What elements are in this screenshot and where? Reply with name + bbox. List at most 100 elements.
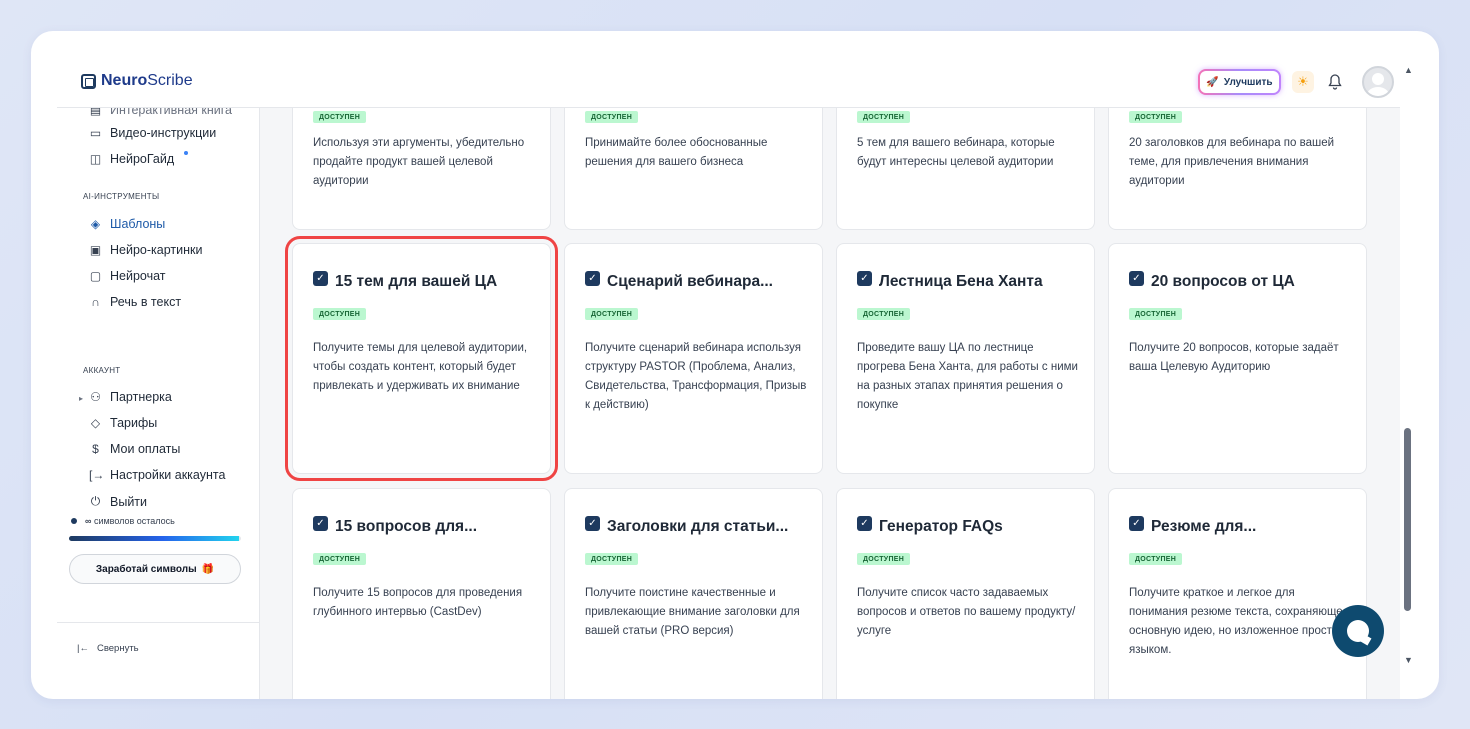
theme-toggle-sun-icon[interactable]: ☀ <box>1292 71 1314 93</box>
power-icon: ⏻ <box>90 494 101 508</box>
sidebar-item-templates[interactable]: ◈ Шаблоны <box>89 217 165 231</box>
card-description: Принимайте более обоснованные решения дл… <box>585 137 768 168</box>
sidebar-item-neuro-images[interactable]: ▣ Нейро-картинки <box>89 243 203 257</box>
checkbox-icon: ✓ <box>585 270 600 286</box>
card-title: ✓ Заголовки для статьи... <box>585 515 788 536</box>
status-badge: ДОСТУПЕН <box>857 553 911 565</box>
status-badge: ДОСТУПЕН <box>585 111 639 123</box>
sidebar-item-logout[interactable]: ⏻ Выйти <box>89 494 147 509</box>
card-description: Получите темы для целевой аудитории, что… <box>313 342 528 392</box>
image-icon: ▣ <box>89 243 102 257</box>
chat-icon: ▢ <box>89 269 102 283</box>
template-card-article-headlines[interactable]: ✓ Заголовки для статьи... ДОСТУПЕН Получи… <box>564 488 823 699</box>
card-title: ✓ Резюме для... <box>1129 515 1256 536</box>
card-title: ✓ 15 тем для вашей ЦА <box>313 270 497 291</box>
template-card-ben-hunt[interactable]: ✓ Лестница Бена Ханта ДОСТУПЕН Проведите … <box>836 243 1095 474</box>
card-title: ✓ Сценарий вебинара... <box>585 270 773 291</box>
status-badge: ДОСТУПЕН <box>1129 308 1183 320</box>
status-badge: ДОСТУПЕН <box>313 553 367 565</box>
card-description: Получите 20 вопросов, которые задаёт ваш… <box>1129 342 1339 373</box>
tag-icon: ◇ <box>90 416 101 430</box>
card-description: Используя эти аргументы, убедительно про… <box>313 137 525 187</box>
sidebar-item-account-settings[interactable]: [→ Настройки аккаунта <box>89 468 225 482</box>
status-badge: ДОСТУПЕН <box>313 308 367 320</box>
chevron-right-icon[interactable]: ▸ <box>79 394 83 403</box>
logo[interactable]: NeuroScribe <box>81 72 193 90</box>
scroll-up-arrow-icon[interactable]: ▲ <box>1404 65 1413 75</box>
layers-icon: ◈ <box>90 217 101 231</box>
checkbox-icon: ✓ <box>1129 515 1144 531</box>
checkbox-icon: ✓ <box>857 515 872 531</box>
template-card-webinar-script[interactable]: ✓ Сценарий вебинара... ДОСТУПЕН Получите … <box>564 243 823 474</box>
support-chat-button[interactable] <box>1332 605 1384 657</box>
template-card-15-topics[interactable]: ✓ 15 тем для вашей ЦА ДОСТУПЕН Получите т… <box>285 236 558 481</box>
sidebar: ▤ Интерактивная книга ▭ Видео-инструкции… <box>57 103 260 699</box>
checkbox-icon: ✓ <box>1129 270 1144 286</box>
templates-grid: ДОСТУПЕН Используя эти аргументы, убедит… <box>260 108 1400 699</box>
collapse-button[interactable]: |← Свернуть <box>77 643 139 654</box>
sidebar-item-payments[interactable]: $ Мои оплаты <box>89 442 180 456</box>
upgrade-button[interactable]: 🚀 Улучшить <box>1198 69 1281 95</box>
checkbox-icon: ✓ <box>585 515 600 531</box>
card-description: 5 тем для вашего вебинара, которые будут… <box>857 137 1055 168</box>
status-badge: ДОСТУПЕН <box>585 308 639 320</box>
dollar-icon: $ <box>92 442 99 456</box>
template-card[interactable]: ДОСТУПЕН Используя эти аргументы, убедит… <box>292 108 551 230</box>
card-description: Получите сценарий вебинара используя стр… <box>585 342 807 411</box>
card-title: ✓ Генератор FAQs <box>857 515 1003 536</box>
card-description: Получите 15 вопросов для проведения глуб… <box>313 587 523 618</box>
card-description: Получите поистине качественные и привлек… <box>585 587 800 637</box>
chat-bubble-icon <box>1347 620 1369 642</box>
template-card[interactable]: ДОСТУПЕН 20 заголовков для вебинара по в… <box>1108 108 1367 230</box>
sidebar-item-neurochat[interactable]: ▢ Нейрочат <box>89 269 166 283</box>
rocket-icon: 🚀 <box>1206 76 1219 88</box>
headphones-icon: ∩ <box>91 295 100 309</box>
collapse-icon: |← <box>77 643 89 654</box>
checkbox-icon: ✓ <box>313 515 328 531</box>
gift-icon: 🎁 <box>201 563 215 575</box>
template-card[interactable]: ДОСТУПЕН Принимайте более обоснованные р… <box>564 108 823 230</box>
section-label-account: АККАУНТ <box>83 366 121 375</box>
template-card-20-questions[interactable]: ✓ 20 вопросов от ЦА ДОСТУПЕН Получите 20 … <box>1108 243 1367 474</box>
template-card-summary[interactable]: ✓ Резюме для... ДОСТУПЕН Получите краткое… <box>1108 488 1367 699</box>
card-title: ✓ Лестница Бена Ханта <box>857 270 1043 291</box>
card-description: Проведите вашу ЦА по лестнице прогрева Б… <box>857 342 1078 411</box>
video-icon: ▭ <box>89 126 102 140</box>
app-window: NeuroScribe 🚀 Улучшить ☀ ▤ Интерактивная… <box>31 31 1439 699</box>
scroll-down-arrow-icon[interactable]: ▼ <box>1404 655 1413 665</box>
top-header: NeuroScribe 🚀 Улучшить ☀ <box>57 31 1400 108</box>
earn-symbols-button[interactable]: Заработай символы 🎁 <box>69 554 241 584</box>
scrollbar-thumb[interactable] <box>1404 428 1411 611</box>
status-badge: ДОСТУПЕН <box>857 111 911 123</box>
status-badge: ДОСТУПЕН <box>1129 553 1183 565</box>
settings-icon: [→ <box>89 468 105 482</box>
template-card-15-questions[interactable]: ✓ 15 вопросов для... ДОСТУПЕН Получите 15… <box>292 488 551 699</box>
card-description: Получите список часто задаваемых вопросо… <box>857 587 1076 637</box>
users-icon: ⚇ <box>90 390 101 404</box>
new-dot <box>184 151 189 155</box>
section-label-ai: AI-ИНСТРУМЕНТЫ <box>83 192 160 201</box>
book-icon: ◫ <box>89 152 102 166</box>
card-description: 20 заголовков для вебинара по вашей теме… <box>1129 137 1335 187</box>
status-badge: ДОСТУПЕН <box>585 553 639 565</box>
sidebar-item-speech-to-text[interactable]: ∩ Речь в текст <box>89 295 181 309</box>
symbols-progress-bar <box>69 536 241 541</box>
status-dot <box>71 518 77 524</box>
sidebar-item-video[interactable]: ▭ Видео-инструкции <box>89 126 216 140</box>
sidebar-item-neuroguide[interactable]: ◫ НейроГайд <box>89 151 189 166</box>
divider <box>57 622 260 623</box>
card-description: Получите краткое и легкое для понимания … <box>1129 587 1350 656</box>
logo-icon <box>81 73 96 89</box>
status-badge: ДОСТУПЕН <box>857 308 911 320</box>
template-card[interactable]: ДОСТУПЕН 5 тем для вашего вебинара, кото… <box>836 108 1095 230</box>
template-card-faq-generator[interactable]: ✓ Генератор FAQs ДОСТУПЕН Получите список… <box>836 488 1095 699</box>
sidebar-item-tariffs[interactable]: ◇ Тарифы <box>89 416 157 430</box>
symbols-remaining: ∞ символов осталось <box>71 516 175 526</box>
card-title: ✓ 15 вопросов для... <box>313 515 477 536</box>
bell-icon[interactable] <box>1326 72 1344 92</box>
sidebar-item-partner[interactable]: ⚇ Партнерка <box>89 390 172 404</box>
status-badge: ДОСТУПЕН <box>313 111 367 123</box>
avatar[interactable] <box>1362 66 1394 98</box>
status-badge: ДОСТУПЕН <box>1129 111 1183 123</box>
checkbox-icon: ✓ <box>857 270 872 286</box>
